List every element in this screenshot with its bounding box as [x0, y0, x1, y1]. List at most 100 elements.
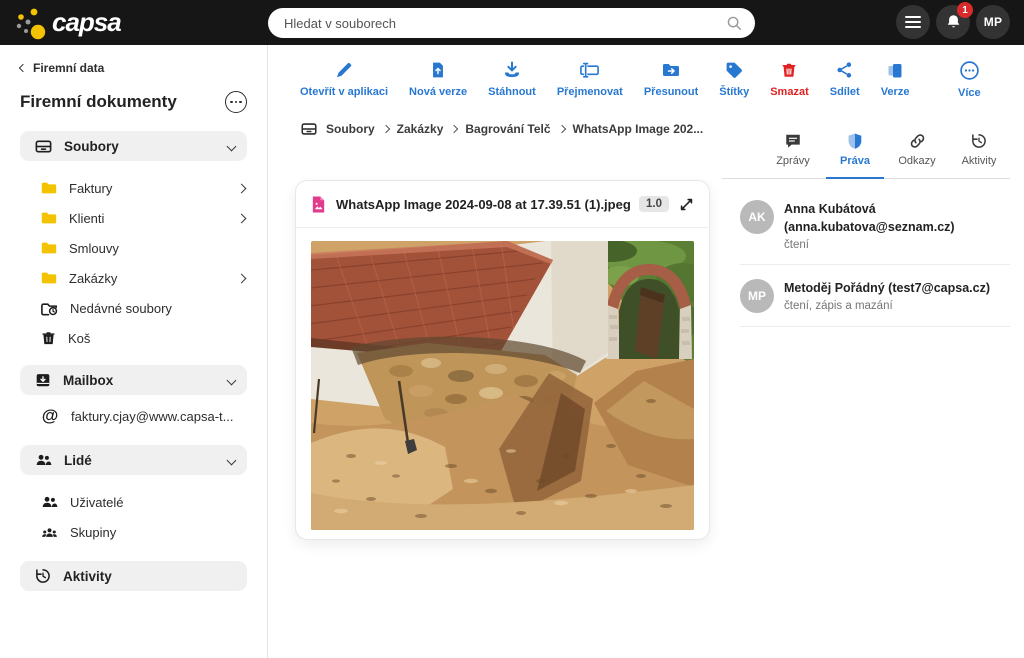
drive-icon: [34, 137, 53, 156]
avatar: MP: [740, 279, 774, 313]
people-icon: [34, 451, 53, 469]
people-label: Lidé: [64, 453, 217, 468]
chevron-right-icon: [450, 125, 458, 133]
groups-icon: [40, 523, 59, 541]
chevron-right-icon: [237, 273, 247, 283]
drive-icon: [300, 120, 318, 138]
tags-button[interactable]: Štítky: [719, 60, 749, 98]
tab-prava[interactable]: Práva: [826, 128, 884, 179]
back-link-firemni-data[interactable]: Firemní data: [0, 59, 267, 77]
chevron-left-icon: [19, 64, 27, 72]
move-button[interactable]: Přesunout: [644, 60, 698, 98]
users-icon: [40, 493, 59, 511]
file-image-preview[interactable]: [311, 241, 694, 530]
more-button[interactable]: Více: [958, 60, 981, 99]
folder-label: Smlouvy: [69, 241, 245, 256]
excavation-photo: [311, 241, 694, 530]
breadcrumb: Soubory Zakázky Bagrování Telč WhatsApp …: [300, 120, 703, 138]
file-preview-card: WhatsApp Image 2024-09-08 at 17.39.51 (1…: [295, 180, 710, 540]
folder-clock-icon: [40, 299, 59, 318]
sidebar-item-soubory[interactable]: Soubory: [20, 131, 247, 161]
groups-label: Skupiny: [70, 525, 245, 540]
trash-icon: [40, 329, 57, 347]
avatar-initials: MP: [984, 15, 1003, 29]
sidebar-item-trash[interactable]: Koš: [0, 323, 267, 353]
file-card-header: WhatsApp Image 2024-09-08 at 17.39.51 (1…: [296, 181, 709, 228]
hamburger-icon: [904, 15, 922, 29]
mailbox-icon: [34, 371, 52, 389]
share-icon: [835, 60, 854, 80]
chevron-down-icon: [227, 375, 237, 385]
back-label: Firemní data: [33, 61, 104, 75]
rename-button[interactable]: Přejmenovat: [557, 60, 623, 98]
sidebar-item-mailbox[interactable]: Mailbox: [20, 365, 247, 395]
breadcrumb-item[interactable]: Soubory: [326, 122, 375, 136]
version-badge[interactable]: 1.0: [639, 196, 669, 212]
notifications-button[interactable]: 1: [936, 5, 970, 39]
download-button[interactable]: Stáhnout: [488, 60, 536, 98]
folder-label: Faktury: [69, 181, 227, 196]
tab-odkazy[interactable]: Odkazy: [888, 128, 946, 179]
delete-button[interactable]: Smazat: [770, 60, 809, 98]
open-in-app-button[interactable]: Otevřít v aplikaci: [300, 60, 388, 98]
folder-label: Zakázky: [69, 271, 227, 286]
versions-button[interactable]: Verze: [881, 60, 910, 98]
user-avatar[interactable]: MP: [976, 5, 1010, 39]
chevron-right-icon: [557, 125, 565, 133]
sidebar-item-lide[interactable]: Lidé: [20, 445, 247, 475]
folder-icon: [40, 209, 58, 227]
shield-icon: [846, 132, 864, 150]
permission-row[interactable]: AK Anna Kubátová (anna.kubatova@seznam.c…: [740, 186, 1010, 265]
users-label: Uživatelé: [70, 495, 245, 510]
permission-user-name: Anna Kubátová (anna.kubatova@seznam.cz): [784, 200, 1002, 236]
search-input[interactable]: [284, 16, 725, 31]
menu-button[interactable]: [896, 5, 930, 39]
chevron-right-icon: [381, 125, 389, 133]
sidebar-item-users[interactable]: Uživatelé: [0, 487, 267, 517]
share-button[interactable]: Sdílet: [830, 60, 860, 98]
chevron-down-icon: [227, 141, 237, 151]
tab-aktivity[interactable]: Aktivity: [950, 128, 1008, 179]
logo-wordmark: capsa: [52, 7, 121, 38]
activity-label: Aktivity: [63, 569, 235, 584]
sidebar-item-mail-address[interactable]: @ faktury.cjay@www.capsa-t...: [0, 401, 267, 431]
sidebar-folder-klienti[interactable]: Klienti: [0, 203, 267, 233]
sidebar-more-button[interactable]: [225, 91, 247, 113]
sidebar-item-label: Soubory: [64, 139, 217, 154]
capsa-dots-icon: [12, 5, 46, 41]
message-icon: [784, 132, 802, 150]
sidebar-item-groups[interactable]: Skupiny: [0, 517, 267, 547]
pencil-icon: [334, 60, 354, 80]
breadcrumb-item[interactable]: Zakázky: [397, 122, 444, 136]
sidebar-item-recent-files[interactable]: Nedávné soubory: [0, 293, 267, 323]
new-version-button[interactable]: Nová verze: [409, 60, 467, 98]
sidebar-folder-zakazky[interactable]: Zakázky: [0, 263, 267, 293]
history-icon: [970, 132, 988, 150]
sidebar-folder-faktury[interactable]: Faktury: [0, 173, 267, 203]
file-upload-icon: [429, 60, 447, 80]
chevron-right-icon: [237, 213, 247, 223]
tag-icon: [724, 60, 744, 80]
trash-label: Koš: [68, 331, 245, 346]
breadcrumb-item-current: WhatsApp Image 202...: [573, 122, 704, 136]
sidebar-folder-smlouvy[interactable]: Smlouvy: [0, 233, 267, 263]
sidebar-item-activity[interactable]: Aktivity: [20, 561, 247, 591]
permission-rights: čtení, zápis a mazání: [784, 300, 1002, 312]
search-icon[interactable]: [725, 14, 743, 32]
mail-address-label: faktury.cjay@www.capsa-t...: [71, 409, 245, 424]
at-icon: @: [40, 406, 60, 426]
notification-badge: 1: [957, 2, 973, 18]
global-search[interactable]: [268, 8, 755, 38]
chevron-down-icon: [227, 455, 237, 465]
folder-icon: [40, 269, 58, 287]
trash-icon: [780, 60, 798, 80]
breadcrumb-item[interactable]: Bagrování Telč: [465, 122, 550, 136]
topbar: capsa 1 MP: [0, 0, 1024, 45]
expand-icon[interactable]: [678, 196, 695, 213]
permission-row[interactable]: MP Metoděj Pořádný (test7@capsa.cz) čten…: [740, 265, 1010, 327]
image-file-icon: [310, 195, 327, 214]
folder-label: Klienti: [69, 211, 227, 226]
tab-zpravy[interactable]: Zprávy: [764, 128, 822, 179]
ellipsis-circle-icon: [959, 60, 980, 81]
capsa-logo[interactable]: capsa: [12, 5, 121, 41]
